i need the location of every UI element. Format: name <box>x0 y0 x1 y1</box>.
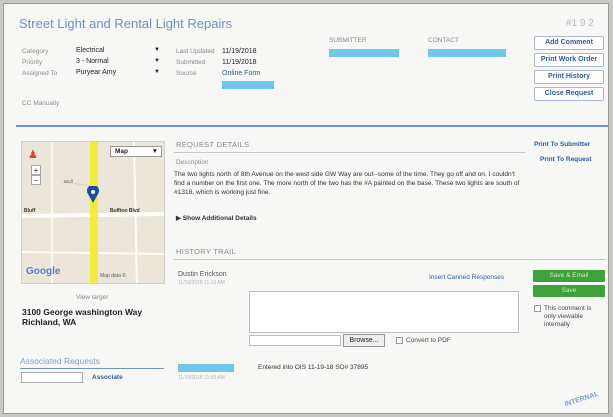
save-button[interactable]: Save <box>533 285 605 297</box>
source-label: Source <box>176 70 197 77</box>
map-road-label-2: Bulfton Blvd <box>110 208 140 214</box>
zoom-out-button[interactable]: − <box>31 175 41 185</box>
print-work-order-button[interactable]: Print Work Order <box>534 53 604 67</box>
map-attribution: Map data © <box>100 273 126 279</box>
submitted-label: Submitted <box>176 59 206 66</box>
entry-author-bar <box>178 364 234 372</box>
convert-pdf-checkbox[interactable] <box>396 337 403 344</box>
request-page: Street Light and Rental Light Repairs #1… <box>3 3 609 414</box>
map-graphic <box>22 142 164 283</box>
description-text: The two lights north of 8th Avenue on th… <box>174 171 520 197</box>
zoom-in-button[interactable]: + <box>31 165 41 175</box>
print-to-request-link[interactable]: Print To Request <box>540 156 592 163</box>
submitter-bar[interactable] <box>329 49 399 57</box>
associated-requests-title: Associated Requests <box>20 356 100 366</box>
header-divider <box>16 125 608 127</box>
priority-value: 3 - Normal <box>76 58 109 65</box>
browse-button[interactable]: Browse... <box>343 334 385 347</box>
google-logo: Google <box>26 266 61 277</box>
request-number: #1 9 2 <box>566 18 594 29</box>
cc-label[interactable]: CC Manually <box>22 100 59 107</box>
chevron-down-icon: ▼ <box>154 69 160 75</box>
source-highlight-bar <box>222 81 274 89</box>
add-comment-button[interactable]: Add Comment <box>534 36 604 50</box>
assigned-to-value: Puryear Amy <box>76 69 117 76</box>
category-value: Electrical <box>76 47 105 54</box>
associated-divider <box>20 368 164 369</box>
address-line-2: Richland, WA <box>22 317 77 327</box>
map-type-select[interactable]: Map ▼ <box>110 146 162 157</box>
history-trail-title: HISTORY TRAIL <box>176 247 237 256</box>
contact-bar[interactable] <box>428 49 506 57</box>
pegman-icon[interactable]: ♟ <box>28 148 38 161</box>
file-path-input[interactable] <box>249 335 341 346</box>
request-details-title: REQUEST DETAILS <box>176 140 250 149</box>
category-select[interactable]: Electrical ▼ <box>76 47 160 56</box>
associate-button[interactable]: Associate <box>92 374 123 381</box>
source-value: Online Form <box>222 70 261 77</box>
last-updated-value: 11/19/2018 <box>222 48 257 55</box>
view-larger-link[interactable]: View larger <box>76 294 108 301</box>
convert-pdf-label: Convert to PDF <box>406 337 451 344</box>
map-pin-icon[interactable] <box>86 184 100 204</box>
map-type-label: Map <box>115 148 128 155</box>
commenter-name: Dustin Erickson <box>178 271 227 278</box>
save-and-email-button[interactable]: Save & Email <box>533 270 605 282</box>
address-line-1: 3100 George washington Way <box>22 307 143 317</box>
page-title: Street Light and Rental Light Repairs <box>19 16 233 31</box>
comment-textarea[interactable] <box>249 291 519 333</box>
assigned-to-select[interactable]: Puryear Amy ▼ <box>76 69 160 78</box>
close-request-button[interactable]: Close Request <box>534 87 604 101</box>
show-additional-details-link[interactable]: ▶ Show Additional Details <box>176 214 257 222</box>
map-road-label-1: Bluff <box>64 179 73 184</box>
insert-canned-responses-link[interactable]: Insert Canned Responses <box>429 274 504 281</box>
print-history-button[interactable]: Print History <box>534 70 604 84</box>
associate-input[interactable] <box>21 372 83 383</box>
internal-stamp: INTERNAL <box>563 390 600 409</box>
chevron-down-icon: ▼ <box>154 58 160 64</box>
submitted-value: 11/19/2018 <box>222 59 257 66</box>
map-panel[interactable]: ♟ + − Map ▼ Bluff Bulfton Blvd Bluff Goo… <box>21 141 165 284</box>
last-updated-label: Last Updated <box>176 48 215 55</box>
history-divider <box>174 259 606 260</box>
internal-only-checkbox[interactable] <box>534 305 541 312</box>
map-road-label-3: Bluff <box>24 208 36 214</box>
submitter-label: SUBMITTER <box>329 37 367 44</box>
description-label: Description <box>176 159 209 166</box>
assigned-to-label: Assigned To <box>22 70 58 77</box>
entry-text: Entered into OIS 11-19-18 SO# 37895 <box>258 364 369 371</box>
print-to-submitter-link[interactable]: Print To Submitter <box>534 141 590 148</box>
entry-timestamp: 11/19/2018 11:55 AM <box>178 375 225 381</box>
category-label: Category <box>22 48 49 55</box>
priority-select[interactable]: 3 - Normal ▼ <box>76 58 160 67</box>
priority-label: Priority <box>22 59 43 66</box>
chevron-down-icon: ▼ <box>151 148 158 155</box>
contact-label: CONTACT <box>428 37 459 44</box>
internal-only-label: This comment is only viewable internally <box>544 305 592 328</box>
chevron-down-icon: ▼ <box>154 47 160 53</box>
details-divider <box>174 152 526 153</box>
commenter-timestamp: 11/19/2018 11:13 AM <box>178 280 225 286</box>
